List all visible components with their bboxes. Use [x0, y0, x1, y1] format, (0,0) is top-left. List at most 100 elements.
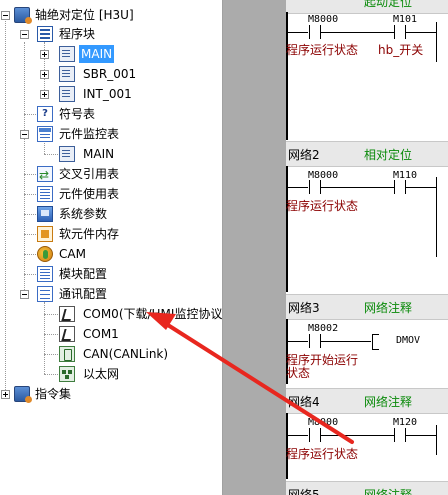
tree-item-label: 通讯配置	[59, 287, 108, 301]
tree-item-usage-table[interactable]: 元件使用表	[0, 185, 222, 203]
memory-icon	[37, 226, 53, 242]
network-3-header[interactable]: 网络3 网络注释	[286, 294, 448, 320]
tree-item-cam[interactable]: CAM	[0, 245, 222, 263]
tree-item-sbr[interactable]: SBR_001	[0, 65, 222, 83]
contact-address: M8000	[308, 14, 339, 25]
tree-item-int[interactable]: INT_001	[0, 85, 222, 103]
network-2-header[interactable]: 网络2 相对定位	[286, 141, 448, 167]
collapse-icon[interactable]	[1, 11, 10, 20]
wire	[406, 32, 436, 33]
tree-line	[24, 194, 36, 195]
contact-no[interactable]	[309, 180, 321, 194]
collapse-icon[interactable]	[20, 130, 29, 139]
wire	[288, 32, 308, 33]
tree-item-sys-params[interactable]: 系统参数	[0, 205, 222, 223]
contact-no[interactable]	[309, 428, 321, 442]
tree-line	[24, 274, 36, 275]
ladder-editor[interactable]: 起动定位 M8000 程序运行状态 M101 hb_开关 网络2 相对定位 M8…	[286, 0, 448, 495]
tree-item-ethernet[interactable]: 以太网	[0, 365, 222, 383]
tree-line	[24, 234, 36, 235]
tree-item-label: 软元件内存	[59, 227, 120, 241]
tree-item-label: COM1	[83, 327, 119, 341]
expand-icon[interactable]	[1, 390, 10, 399]
network-5-header[interactable]: 网络5 网络注释	[286, 481, 448, 495]
interrupt-file-icon	[59, 86, 75, 102]
tree-item-label: 系统参数	[59, 207, 108, 221]
branch-line	[436, 425, 437, 455]
tree-line	[24, 214, 36, 215]
wire	[321, 187, 394, 188]
tree-root[interactable]: 轴绝对定位 [H3U]	[0, 6, 222, 24]
tree-root-label: 轴绝对定位 [H3U]	[35, 8, 134, 22]
program-file-icon	[59, 46, 75, 62]
network-4-header[interactable]: 网络4 网络注释	[286, 388, 448, 414]
network-name: 网络2	[288, 148, 320, 162]
contact-pulse[interactable]	[309, 334, 321, 348]
tree-item-cross-ref[interactable]: 交叉引用表	[0, 165, 222, 184]
subroutine-file-icon	[59, 66, 75, 82]
tree-line	[44, 154, 58, 155]
contact-address: M101	[393, 14, 418, 25]
instruction-box[interactable]	[372, 334, 379, 350]
expand-icon[interactable]	[40, 70, 49, 79]
wire	[321, 32, 394, 33]
contact-address: M8002	[308, 323, 339, 334]
tree-item-label: 交叉引用表	[59, 167, 120, 181]
can-bus-icon	[59, 346, 75, 362]
tree-item-label: 元件监控表	[59, 127, 120, 141]
wire	[406, 187, 436, 188]
contact-comment: 程序运行状态	[286, 199, 359, 213]
tree-item-main[interactable]: MAIN	[0, 45, 222, 63]
tree-item-comm-config[interactable]: 通讯配置	[0, 285, 222, 303]
tree-item-com1[interactable]: COM1	[0, 325, 222, 343]
branch-line	[436, 22, 437, 62]
network-name: 网络3	[288, 301, 320, 315]
branch-line	[436, 177, 437, 257]
tree-item-label: COM0(下载/HMI监控协议	[83, 307, 223, 321]
contact-no[interactable]	[309, 25, 321, 39]
system-params-icon	[37, 206, 53, 222]
tree-item-instruction-set[interactable]: 指令集	[0, 385, 222, 403]
tree-line	[44, 314, 58, 315]
tree-item-label: 元件使用表	[59, 187, 120, 201]
expand-icon[interactable]	[40, 50, 49, 59]
tree-item-com0[interactable]: COM0(下载/HMI监控协议	[0, 305, 222, 323]
tree-line	[24, 254, 36, 255]
contact-no[interactable]	[394, 180, 406, 194]
symbol-table-icon: ?	[37, 106, 53, 122]
collapse-icon[interactable]	[20, 30, 29, 39]
wire	[321, 341, 371, 342]
network-comment: 网络注释	[364, 301, 413, 315]
serial-port-icon	[59, 306, 75, 322]
tree-item-label: CAM	[59, 247, 86, 261]
collapse-icon[interactable]	[20, 290, 29, 299]
tree-item-program-block[interactable]: 程序块	[0, 25, 222, 43]
tree-item-label: MAIN	[79, 45, 115, 63]
tree-item-symbol-table[interactable]: ? 符号表	[0, 105, 222, 123]
project-tree[interactable]: 轴绝对定位 [H3U] 程序块 MAIN SBR_001 INT_001 ? 符…	[0, 0, 223, 495]
tree-item-module-config[interactable]: 模块配置	[0, 265, 222, 283]
contact-address: M8000	[308, 417, 339, 428]
contact-no[interactable]	[394, 428, 406, 442]
tree-item-monitor-table[interactable]: 元件监控表	[0, 125, 222, 143]
network-comment: 相对定位	[364, 148, 413, 162]
usage-table-icon	[37, 186, 53, 202]
tree-item-soft-mem[interactable]: 软元件内存	[0, 225, 222, 243]
network-1-header[interactable]: 起动定位	[286, 0, 448, 14]
tree-item-label: SBR_001	[83, 67, 137, 81]
tree-line	[44, 354, 58, 355]
tree-item-monitor-main[interactable]: MAIN	[0, 145, 222, 163]
instruction-set-icon	[14, 386, 32, 403]
panel-splitter[interactable]	[223, 0, 286, 495]
tree-item-label: 程序块	[59, 27, 96, 41]
tree-item-label: CAN(CANLink)	[83, 347, 169, 361]
module-config-icon	[37, 266, 53, 282]
instruction-name: DMOV	[396, 335, 421, 346]
tree-item-can[interactable]: CAN(CANLink)	[0, 345, 222, 363]
contact-no[interactable]	[394, 25, 406, 39]
tree-item-label: 指令集	[35, 387, 72, 401]
contact-comment: 程序运行状态	[286, 447, 359, 461]
network-comment: 网络注释	[364, 488, 413, 495]
expand-icon[interactable]	[40, 90, 49, 99]
ethernet-icon	[59, 366, 75, 382]
